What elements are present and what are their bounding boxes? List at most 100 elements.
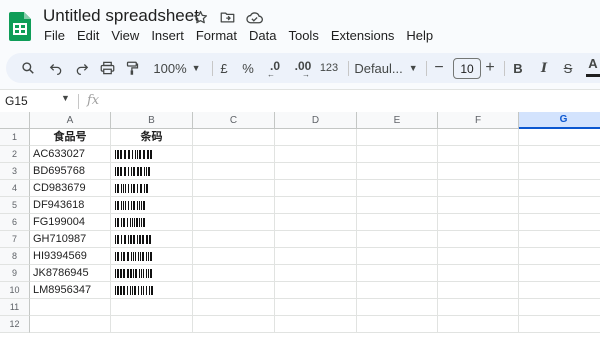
- cell-d8[interactable]: [275, 248, 357, 265]
- name-box[interactable]: G15: [5, 94, 28, 108]
- cell-b12[interactable]: [111, 316, 193, 333]
- cell-e6[interactable]: [357, 214, 438, 231]
- strikethrough-button[interactable]: S: [560, 53, 576, 83]
- cell-b4[interactable]: [111, 180, 193, 197]
- cell-d12[interactable]: [275, 316, 357, 333]
- cell-d7[interactable]: [275, 231, 357, 248]
- cell-d9[interactable]: [275, 265, 357, 282]
- cell-b10[interactable]: [111, 282, 193, 299]
- cell-f1[interactable]: [438, 129, 519, 146]
- menu-data[interactable]: Data: [243, 27, 282, 45]
- cell-c6[interactable]: [193, 214, 275, 231]
- menu-tools[interactable]: Tools: [282, 27, 324, 45]
- menu-view[interactable]: View: [105, 27, 145, 45]
- cell-a10[interactable]: LM8956347: [30, 282, 111, 299]
- cell-e9[interactable]: [357, 265, 438, 282]
- cell-a9[interactable]: JK8786945: [30, 265, 111, 282]
- column-header-d[interactable]: D: [275, 112, 357, 129]
- cell-d10[interactable]: [275, 282, 357, 299]
- column-header-a[interactable]: A: [30, 112, 111, 129]
- cell-a12[interactable]: [30, 316, 111, 333]
- cell-g6[interactable]: [519, 214, 600, 231]
- undo-icon[interactable]: [46, 53, 66, 83]
- menu-edit[interactable]: Edit: [71, 27, 105, 45]
- cell-f3[interactable]: [438, 163, 519, 180]
- sheets-logo-icon[interactable]: [9, 12, 31, 41]
- cell-f5[interactable]: [438, 197, 519, 214]
- increase-font-size-button[interactable]: +: [482, 53, 498, 83]
- row-header[interactable]: 3: [0, 163, 30, 180]
- cell-c7[interactable]: [193, 231, 275, 248]
- cell-f6[interactable]: [438, 214, 519, 231]
- font-size-input[interactable]: 10: [453, 58, 481, 79]
- cell-a1[interactable]: 食品号: [30, 129, 111, 146]
- cell-f7[interactable]: [438, 231, 519, 248]
- cell-a8[interactable]: HI9394569: [30, 248, 111, 265]
- cell-g7[interactable]: [519, 231, 600, 248]
- cell-f4[interactable]: [438, 180, 519, 197]
- cell-d2[interactable]: [275, 146, 357, 163]
- cell-b1[interactable]: 条码: [111, 129, 193, 146]
- cell-b5[interactable]: [111, 197, 193, 214]
- paint-format-icon[interactable]: [122, 53, 142, 83]
- cell-f8[interactable]: [438, 248, 519, 265]
- menu-insert[interactable]: Insert: [145, 27, 190, 45]
- cell-c10[interactable]: [193, 282, 275, 299]
- menu-file[interactable]: File: [38, 27, 71, 45]
- print-icon[interactable]: [96, 53, 118, 83]
- percent-button[interactable]: %: [239, 53, 257, 83]
- row-header[interactable]: 12: [0, 316, 30, 333]
- currency-button[interactable]: £: [216, 53, 232, 83]
- menu-help[interactable]: Help: [400, 27, 439, 45]
- font-select[interactable]: Defaul... ▼: [353, 53, 419, 83]
- text-color-button[interactable]: A: [586, 53, 600, 77]
- cell-a2[interactable]: AC633027: [30, 146, 111, 163]
- row-header[interactable]: 2: [0, 146, 30, 163]
- select-all-corner[interactable]: [0, 112, 30, 129]
- cell-g3[interactable]: [519, 163, 600, 180]
- cell-b11[interactable]: [111, 299, 193, 316]
- row-header[interactable]: 9: [0, 265, 30, 282]
- chevron-down-icon[interactable]: ▼: [61, 93, 70, 103]
- row-header[interactable]: 1: [0, 129, 30, 146]
- cell-e1[interactable]: [357, 129, 438, 146]
- zoom-select[interactable]: 100% ▼: [148, 53, 206, 83]
- column-header-c[interactable]: C: [193, 112, 275, 129]
- cell-e3[interactable]: [357, 163, 438, 180]
- cell-f2[interactable]: [438, 146, 519, 163]
- column-header-f[interactable]: F: [438, 112, 519, 129]
- menu-format[interactable]: Format: [190, 27, 243, 45]
- cell-a7[interactable]: GH710987: [30, 231, 111, 248]
- search-icon[interactable]: [18, 53, 38, 83]
- cell-g1[interactable]: [519, 129, 600, 146]
- move-to-folder-icon[interactable]: [216, 6, 238, 28]
- cell-g10[interactable]: [519, 282, 600, 299]
- cell-e4[interactable]: [357, 180, 438, 197]
- cell-c8[interactable]: [193, 248, 275, 265]
- increase-decimal-button[interactable]: .00 →: [291, 53, 315, 83]
- cell-g12[interactable]: [519, 316, 600, 333]
- cell-d6[interactable]: [275, 214, 357, 231]
- cell-g4[interactable]: [519, 180, 600, 197]
- cell-c1[interactable]: [193, 129, 275, 146]
- cell-c3[interactable]: [193, 163, 275, 180]
- cell-d3[interactable]: [275, 163, 357, 180]
- cell-c4[interactable]: [193, 180, 275, 197]
- cell-d4[interactable]: [275, 180, 357, 197]
- cell-c9[interactable]: [193, 265, 275, 282]
- cell-b7[interactable]: [111, 231, 193, 248]
- column-header-g[interactable]: G: [519, 112, 600, 129]
- cell-e8[interactable]: [357, 248, 438, 265]
- cell-f11[interactable]: [438, 299, 519, 316]
- cell-a6[interactable]: FG199004: [30, 214, 111, 231]
- cell-e2[interactable]: [357, 146, 438, 163]
- row-header[interactable]: 5: [0, 197, 30, 214]
- row-header[interactable]: 6: [0, 214, 30, 231]
- document-title[interactable]: Untitled spreadsheet: [43, 6, 199, 26]
- cell-a3[interactable]: BD695768: [30, 163, 111, 180]
- cell-d11[interactable]: [275, 299, 357, 316]
- cell-b3[interactable]: [111, 163, 193, 180]
- cell-g11[interactable]: [519, 299, 600, 316]
- cell-a11[interactable]: [30, 299, 111, 316]
- cloud-status-icon[interactable]: [243, 6, 265, 28]
